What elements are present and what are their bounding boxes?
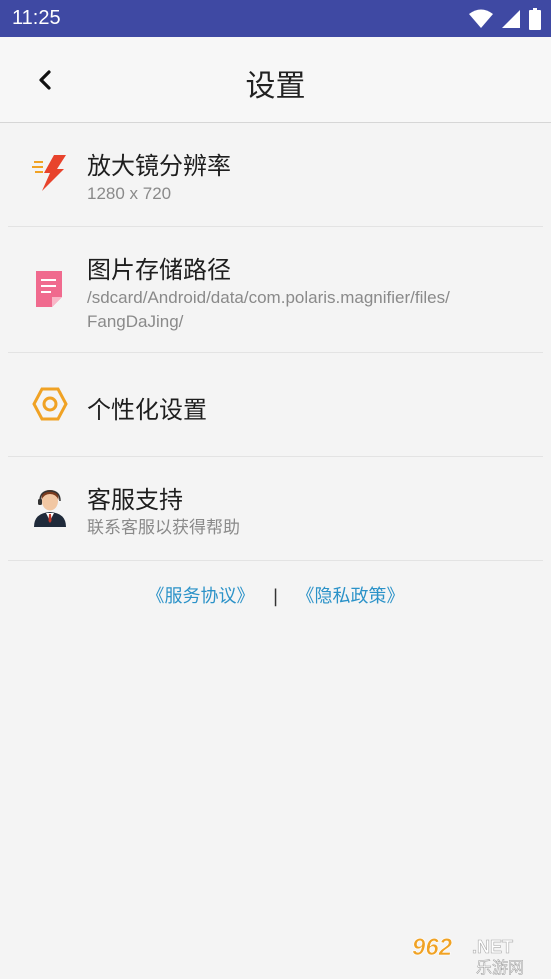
setting-title: 放大镜分辨率 — [87, 152, 231, 180]
svg-text:962: 962 — [412, 934, 453, 961]
signal-icon — [502, 10, 520, 28]
service-agreement-link[interactable]: 《服务协议》 — [146, 586, 254, 607]
setting-subtitle: 联系客服以获得帮助 — [87, 518, 240, 537]
lightning-icon — [32, 155, 66, 191]
divider — [8, 560, 543, 561]
setting-magnifier-resolution[interactable]: 放大镜分辨率 1280 x 720 — [8, 123, 543, 226]
link-separator: | — [272, 586, 279, 607]
settings-hexagon-icon — [32, 387, 68, 421]
customer-service-agent-icon — [34, 490, 66, 527]
setting-subtitle-line2: FangDaJing/ — [87, 312, 184, 331]
app-bar: 设置 — [0, 37, 551, 123]
status-time: 11:25 — [12, 7, 61, 29]
privacy-policy-link[interactable]: 《隐私政策》 — [297, 586, 405, 607]
legal-links: 《服务协议》 | 《隐私政策》 — [0, 582, 551, 608]
battery-icon — [529, 8, 541, 30]
setting-subtitle: 1280 x 720 — [87, 184, 172, 203]
status-icons — [469, 8, 541, 30]
svg-text:.NET: .NET — [472, 937, 513, 957]
setting-image-storage-path[interactable]: 图片存储路径 /sdcard/Android/data/com.polaris.… — [8, 227, 543, 352]
setting-title: 客服支持 — [87, 486, 183, 514]
svg-text:乐游网: 乐游网 — [476, 958, 524, 975]
status-bar: 11:25 — [0, 0, 551, 37]
setting-title: 个性化设置 — [87, 396, 207, 424]
setting-title: 图片存储路径 — [87, 256, 231, 284]
wifi-icon — [469, 9, 493, 28]
setting-personalization[interactable]: 个性化设置 — [8, 353, 543, 456]
setting-subtitle-line1: /sdcard/Android/data/com.polaris.magnifi… — [87, 288, 450, 307]
page-title: 设置 — [245, 69, 306, 104]
watermark-logo: 962 .NET 乐游网 — [412, 934, 525, 975]
setting-customer-support[interactable]: 客服支持 联系客服以获得帮助 — [8, 457, 543, 560]
document-icon — [36, 271, 62, 307]
